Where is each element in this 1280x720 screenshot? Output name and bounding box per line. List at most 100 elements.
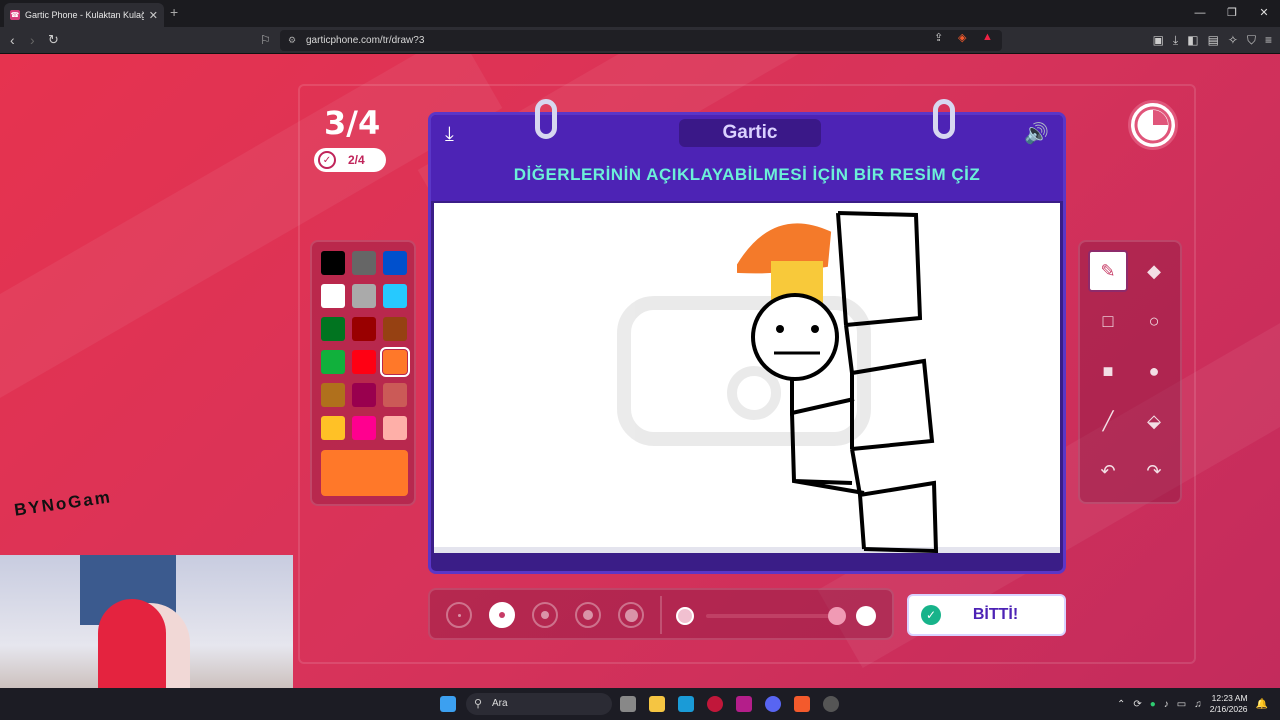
drawing-canvas[interactable]	[434, 203, 1060, 553]
brush-size-4[interactable]	[575, 602, 601, 628]
browser-extensions: ▣ ⤓ ◧ ▤ ✧ ⛉ ≡	[1153, 33, 1272, 48]
wallet-icon[interactable]: ▤	[1208, 33, 1219, 48]
brave-browser-icon[interactable]	[794, 696, 810, 712]
windows-taskbar: ⚲ Ara ⌃ ⟳ ● ♪ ▭ ♫ 12:23 AM 2/16/2026 🔔	[0, 688, 1280, 720]
done-button[interactable]: ✓ BİTTİ!	[907, 594, 1066, 636]
speaker-icon[interactable]: ♫	[1194, 699, 1202, 710]
close-tab-icon[interactable]: ✕	[149, 9, 158, 22]
forward-icon[interactable]: ›	[30, 32, 35, 48]
current-color-preview[interactable]	[321, 450, 408, 496]
opacity-slider-thumb[interactable]	[828, 607, 846, 625]
bookmark-icon[interactable]: ⚐	[260, 33, 271, 47]
color-swatch[interactable]	[383, 251, 407, 275]
color-swatch[interactable]	[321, 251, 345, 275]
webcam-hair	[98, 599, 166, 699]
color-swatch[interactable]	[383, 284, 407, 308]
done-button-label: BİTTİ!	[972, 606, 1019, 623]
store-icon[interactable]	[678, 696, 694, 712]
tray-overflow-icon[interactable]: ⌃	[1117, 699, 1125, 710]
color-swatch[interactable]	[321, 284, 345, 308]
sidebar-icon[interactable]: ◧	[1187, 33, 1198, 48]
color-swatch[interactable]	[352, 383, 376, 407]
download-icon[interactable]: ⤓	[1173, 33, 1178, 48]
color-swatch[interactable]	[321, 317, 345, 341]
pencil-tool[interactable]: ✎	[1088, 250, 1128, 292]
gartic-favicon-icon: ☎	[10, 10, 20, 20]
taskbar-search[interactable]: ⚲ Ara	[466, 693, 612, 715]
color-swatch[interactable]	[321, 350, 345, 374]
color-swatch[interactable]	[352, 317, 376, 341]
leo-ai-icon[interactable]: ✧	[1228, 33, 1238, 48]
minimize-button[interactable]: —	[1184, 0, 1216, 27]
taskbar-clock[interactable]: 12:23 AM 2/16/2026	[1210, 693, 1248, 715]
rectangle-outline-tool[interactable]: □	[1088, 300, 1128, 342]
download-drawing-icon[interactable]: ⤓	[445, 123, 454, 146]
rectangle-fill-tool[interactable]: ■	[1088, 350, 1128, 392]
color-swatch[interactable]	[352, 350, 376, 374]
reload-icon[interactable]: ↻	[48, 32, 59, 48]
discord-icon[interactable]	[765, 696, 781, 712]
notification-icon[interactable]: 🔔	[1256, 699, 1268, 710]
ellipse-fill-tool[interactable]: ●	[1134, 350, 1174, 392]
brave-shield-icon[interactable]: ◈	[958, 31, 966, 44]
search-placeholder: Ara	[492, 698, 508, 709]
color-swatch[interactable]	[321, 383, 345, 407]
task-view-icon[interactable]	[620, 696, 636, 712]
maximize-button[interactable]: ❐	[1216, 0, 1248, 27]
controls-divider	[660, 596, 662, 634]
color-swatch[interactable]	[321, 416, 345, 440]
brush-size-2[interactable]	[489, 602, 515, 628]
url-text: garticphone.com/tr/draw?3	[306, 35, 425, 46]
windows-start-icon[interactable]	[440, 696, 456, 712]
undo-icon[interactable]: ↶	[1088, 450, 1128, 492]
vpn-icon[interactable]: ⛉	[1247, 33, 1256, 48]
round-counter: 3/4	[324, 104, 381, 142]
opacity-slider-track[interactable]	[706, 614, 834, 618]
color-swatch[interactable]	[383, 383, 407, 407]
clock-date: 2/16/2026	[1209, 704, 1248, 714]
brush-size-1[interactable]	[446, 602, 472, 628]
menu-icon[interactable]: ≡	[1265, 33, 1272, 48]
share-icon[interactable]: ⇪	[934, 31, 943, 44]
address-bar[interactable]: ⚙ garticphone.com/tr/draw?3	[280, 30, 1002, 51]
system-tray: ⌃ ⟳ ● ♪ ▭ ♫ 12:23 AM 2/16/2026 🔔	[1117, 688, 1268, 720]
browser-toolbar: ‹ › ↻ ⚐ ⚙ garticphone.com/tr/draw?3 ⇪ ◈ …	[0, 27, 1280, 54]
opera-icon[interactable]	[707, 696, 723, 712]
color-swatch[interactable]	[383, 317, 407, 341]
status-dot-icon[interactable]: ●	[1150, 699, 1156, 710]
color-swatch-selected[interactable]	[380, 347, 410, 377]
close-window-button[interactable]: ✕	[1248, 0, 1280, 27]
players-done-count: 2/4	[348, 153, 365, 167]
color-swatch[interactable]	[383, 416, 407, 440]
browser-tab[interactable]: ☎ Gartic Phone - Kulaktan Kulağa ✕	[4, 3, 164, 27]
color-swatch[interactable]	[352, 416, 376, 440]
color-swatch[interactable]	[352, 251, 376, 275]
line-tool[interactable]: ╱	[1088, 400, 1128, 442]
steam-icon[interactable]	[823, 696, 839, 712]
network-icon[interactable]: ▭	[1177, 699, 1186, 710]
screenshot-icon[interactable]: ▣	[1153, 33, 1164, 48]
new-tab-button[interactable]: +	[170, 4, 178, 20]
color-swatch[interactable]	[352, 284, 376, 308]
tool-panel: ✎ ◆ □ ○ ■ ● ╱ ⬙ ↶ ↷	[1078, 240, 1182, 504]
bucket-tool[interactable]: ⬙	[1134, 400, 1174, 442]
opacity-high-icon	[856, 606, 876, 626]
file-explorer-icon[interactable]	[649, 696, 665, 712]
obs-icon[interactable]	[736, 696, 752, 712]
eraser-tool[interactable]: ◆	[1134, 250, 1174, 292]
back-icon[interactable]: ‹	[10, 32, 15, 48]
draw-instruction: DİĞERLERİNİN AÇIKLAYABİLMESİ İÇİN BİR RE…	[513, 165, 981, 184]
done-check-icon: ✓	[921, 605, 941, 625]
redo-icon[interactable]: ↷	[1134, 450, 1174, 492]
brave-rewards-icon[interactable]: ▲	[982, 31, 993, 43]
ellipse-outline-tool[interactable]: ○	[1134, 300, 1174, 342]
window-controls: — ❐ ✕	[1184, 0, 1280, 27]
microphone-icon[interactable]: ♪	[1164, 699, 1169, 710]
brush-size-3[interactable]	[532, 602, 558, 628]
site-info-icon[interactable]: ⚙	[288, 30, 296, 51]
sync-icon[interactable]: ⟳	[1133, 699, 1141, 710]
brush-size-5[interactable]	[618, 602, 644, 628]
browser-tab-bar: ☎ Gartic Phone - Kulaktan Kulağa ✕ + — ❐…	[0, 0, 1280, 27]
brush-controls	[428, 588, 894, 640]
volume-icon[interactable]: 🔊	[1024, 121, 1049, 146]
